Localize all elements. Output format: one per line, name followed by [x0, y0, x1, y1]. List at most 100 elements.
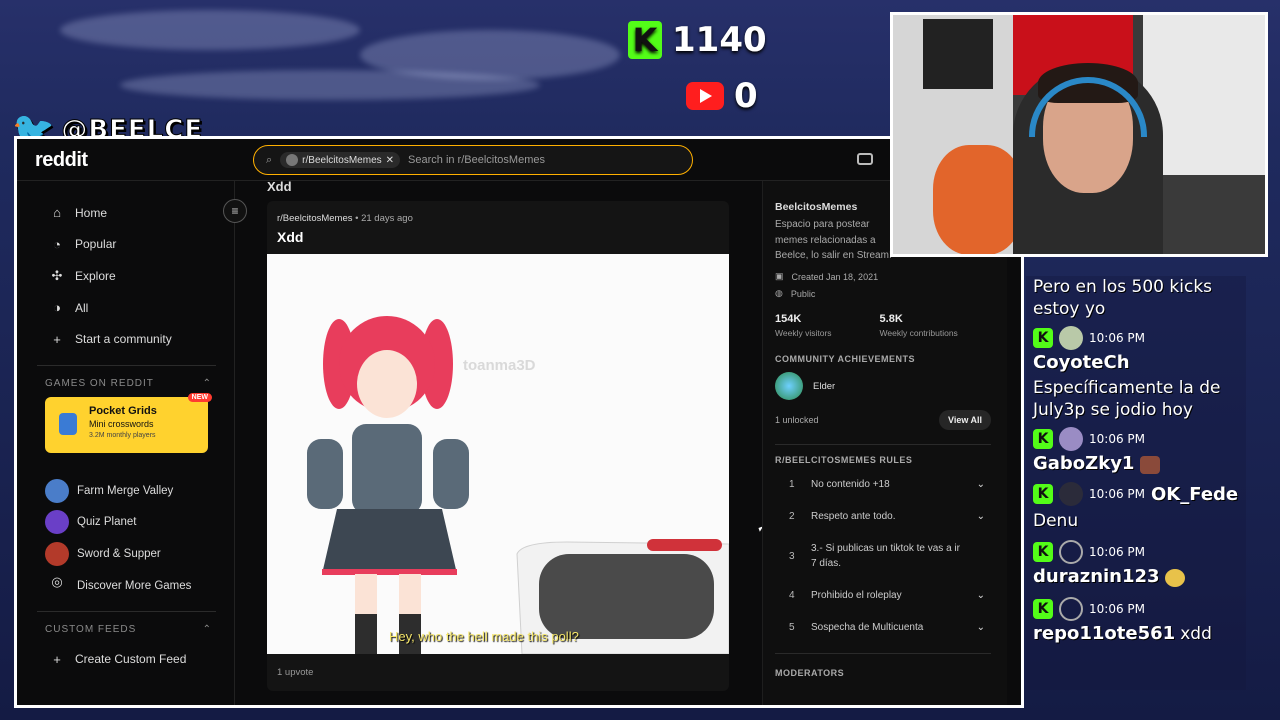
- chat-time: 10:06 PM: [1089, 545, 1145, 560]
- view-all-button[interactable]: View All: [938, 410, 991, 430]
- avatar: [1059, 427, 1083, 452]
- cloud-decoration: [120, 70, 540, 100]
- chat-time: 10:06 PM: [1089, 487, 1145, 502]
- globe-icon: ◍: [775, 288, 783, 298]
- chat-line: repo11ote561 xdd: [1033, 623, 1246, 645]
- rule-item[interactable]: 3 3.- Si publicas un tiktok te vas a ir 7…: [775, 532, 1007, 580]
- chat-username: OK_Fede: [1151, 483, 1239, 505]
- default-avatar-icon: [1059, 540, 1083, 565]
- achievement-elder[interactable]: Elder: [775, 372, 1007, 400]
- rule-number: 3: [789, 550, 795, 562]
- achievements-heading: COMMUNITY ACHIEVEMENTS: [775, 354, 916, 364]
- upvote-count[interactable]: 1 upvote: [277, 667, 313, 678]
- home-icon: ⌂: [53, 205, 61, 221]
- chat-header: K 10:06 PM: [1033, 425, 1246, 453]
- game-sword-supper[interactable]: Sword & Supper: [31, 538, 222, 570]
- game-avatar: [45, 541, 69, 566]
- kick-icon: K: [1033, 429, 1053, 450]
- post-card[interactable]: r/BeelcitosMemes • 21 days ago Xdd toanm…: [267, 201, 729, 691]
- kick-icon: K: [1033, 328, 1053, 349]
- rule-item[interactable]: 4 Prohibido el roleplay ⌄: [775, 580, 1007, 612]
- community-sidebar: BeelcitosMemes Espacio para postear meme…: [762, 181, 1007, 705]
- search-input[interactable]: ⌕ r/BeelcitosMemes ✕ Search in r/Beelcit…: [253, 145, 693, 175]
- games-heading: GAMES ON REDDIT: [45, 377, 154, 389]
- contrib-value: 5.8K: [879, 313, 903, 325]
- nav-home[interactable]: ⌂ Home: [31, 197, 222, 229]
- nav-explore[interactable]: ✣ Explore: [31, 260, 222, 292]
- chat-header: K 10:06 PM: [1033, 595, 1246, 623]
- subreddit-chip[interactable]: r/BeelcitosMemes ✕: [280, 152, 401, 168]
- video-frame: [307, 316, 729, 654]
- reddit-header: reddit ⌕ r/BeelcitosMemes ✕ Search in r/…: [17, 139, 1021, 181]
- chat-header: K 10:06 PM: [1033, 538, 1246, 566]
- game-label: Farm Merge Valley: [77, 484, 174, 497]
- rule-number: 4: [789, 590, 795, 602]
- promo-players: 3.2M monthly players: [89, 431, 156, 439]
- search-icon: ⌕: [266, 153, 273, 166]
- chat-username: duraznin123: [1033, 566, 1160, 588]
- pocket-grids-promo[interactable]: NEW Pocket Grids Mini crosswords 3.2M mo…: [45, 392, 212, 453]
- chat-username: GaboZky1: [1033, 453, 1135, 475]
- chat-message: Pero en los 500 kicks estoy yo: [1026, 276, 1246, 320]
- visibility-label: Public: [790, 288, 816, 299]
- post-meta: r/BeelcitosMemes • 21 days ago: [277, 213, 413, 224]
- post-subreddit[interactable]: r/BeelcitosMemes: [277, 213, 353, 224]
- promo-title: Pocket Grids: [89, 404, 157, 417]
- video-subtitle: Hey, who the hell made this poll?: [389, 629, 579, 644]
- moderators-heading: MODERATORS: [775, 668, 845, 678]
- promo-subtitle: Mini crosswords: [89, 418, 154, 429]
- advertise-icon[interactable]: [857, 153, 873, 165]
- kick-count: 1140: [672, 20, 767, 60]
- weekly-contributions: 5.8K Weekly contributions: [880, 313, 958, 338]
- left-sidebar: ⌂ Home ◔ Popular ✣ Explore ◑ All + Start a co…: [17, 181, 235, 705]
- menu-toggle-icon[interactable]: ≡: [223, 199, 247, 223]
- rule-item[interactable]: 5 Sospecha de Multicuenta ⌄: [775, 612, 1007, 644]
- custom-feeds-header[interactable]: CUSTOM FEEDS ⌃: [31, 624, 222, 635]
- previous-post-title[interactable]: Xdd: [267, 179, 292, 194]
- divider: [37, 611, 216, 613]
- divider: [37, 364, 216, 366]
- chip-close-icon[interactable]: ✕: [386, 155, 394, 166]
- nav-popular[interactable]: ◔ Popular: [31, 229, 222, 261]
- avatar: [1059, 482, 1083, 507]
- post-video[interactable]: toanma3D Hey, who the hell made this pol…: [267, 254, 729, 654]
- nav-label: Popular: [75, 237, 117, 252]
- create-custom-feed[interactable]: + Create Custom Feed: [31, 643, 222, 675]
- post-title[interactable]: Xdd: [277, 229, 303, 245]
- chat-message: K 10:06 PM duraznin123: [1026, 538, 1246, 587]
- cloud-decoration: [60, 10, 360, 50]
- subreddit-avatar: [286, 154, 299, 166]
- game-quiz-planet[interactable]: Quiz Planet: [31, 507, 222, 539]
- all-icon: ◑: [53, 300, 61, 316]
- nav-start-community[interactable]: + Start a community: [31, 323, 222, 355]
- kick-icon: K: [1033, 484, 1053, 505]
- chat-message: K 10:06 PM CoyoteCh Específicamente la de…: [1026, 324, 1246, 421]
- divider: [775, 653, 991, 654]
- nav-label: Create Custom Feed: [75, 652, 187, 667]
- unlocked-count: 1 unlocked: [775, 415, 819, 425]
- youtube-icon: [686, 82, 724, 110]
- rule-item[interactable]: 2 Respeto ante todo. ⌄: [775, 501, 1007, 533]
- kick-icon: K: [1033, 542, 1053, 563]
- feeds-heading: CUSTOM FEEDS: [45, 624, 137, 636]
- rule-item[interactable]: 1 No contenido +18 ⌄: [775, 469, 1007, 501]
- game-farm-merge-valley[interactable]: Farm Merge Valley: [31, 475, 222, 507]
- visibility-line: ◍ Public: [775, 288, 1007, 299]
- community-description: Espacio para postear memes relacionadas …: [775, 219, 892, 261]
- new-badge: NEW: [187, 392, 212, 402]
- rule-text: Sospecha de Multicuenta: [811, 621, 924, 633]
- chevron-down-icon: ⌄: [976, 590, 985, 602]
- pocket-grids-icon: [59, 412, 77, 435]
- post-age: • 21 days ago: [355, 213, 413, 224]
- chat-message: K 10:06 PM GaboZky1: [1026, 425, 1246, 474]
- plus-icon: +: [53, 651, 61, 667]
- divider: [775, 444, 991, 445]
- chat-line: GaboZky1: [1033, 453, 1246, 474]
- chat-time: 10:06 PM: [1089, 331, 1145, 346]
- reddit-logo[interactable]: reddit: [35, 149, 88, 172]
- chevron-up-icon: ⌃: [202, 377, 212, 389]
- games-section-header[interactable]: GAMES ON REDDIT ⌃: [31, 378, 222, 389]
- nav-all[interactable]: ◑ All: [31, 292, 222, 324]
- webcam-poster: [923, 19, 993, 89]
- discover-more-games[interactable]: ◎ Discover More Games: [31, 570, 222, 602]
